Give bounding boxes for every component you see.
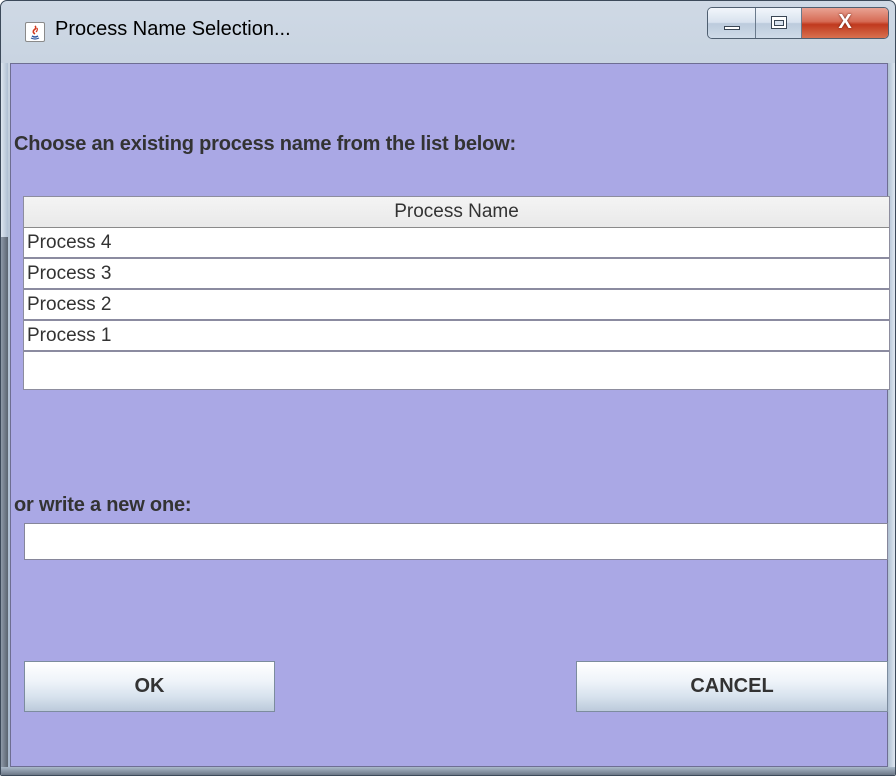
close-button[interactable]: X — [802, 8, 888, 38]
new-process-name-input[interactable] — [24, 523, 888, 560]
title-bar[interactable]: Process Name Selection... X — [1, 1, 895, 63]
close-icon: X — [838, 11, 852, 33]
process-table: Process Name Process 4 Process 3 Process… — [23, 196, 890, 390]
choose-prompt-label: Choose an existing process name from the… — [14, 133, 516, 155]
java-icon[interactable] — [25, 22, 45, 42]
table-row[interactable]: Process 1 — [24, 321, 889, 352]
window-frame-left — [1, 63, 8, 775]
table-empty-area[interactable] — [24, 352, 889, 383]
maximize-icon — [771, 16, 787, 29]
cancel-button[interactable]: CANCEL — [576, 661, 888, 712]
table-row[interactable]: Process 2 — [24, 290, 889, 321]
minimize-icon — [724, 26, 740, 30]
process-name-column-header[interactable]: Process Name — [24, 197, 889, 228]
minimize-button[interactable] — [708, 8, 756, 38]
window-frame-right — [888, 63, 895, 775]
maximize-button[interactable] — [756, 8, 802, 38]
frame-shadow — [1, 237, 8, 775]
dialog-window: Process Name Selection... X Choose an ex… — [0, 0, 896, 776]
table-row[interactable]: Process 4 — [24, 228, 889, 259]
table-row[interactable]: Process 3 — [24, 259, 889, 290]
ok-button[interactable]: OK — [24, 661, 275, 712]
caption-buttons: X — [707, 7, 889, 39]
window-frame-bottom — [1, 767, 895, 775]
window-title: Process Name Selection... — [55, 18, 291, 40]
new-name-label: or write a new one: — [14, 494, 192, 516]
